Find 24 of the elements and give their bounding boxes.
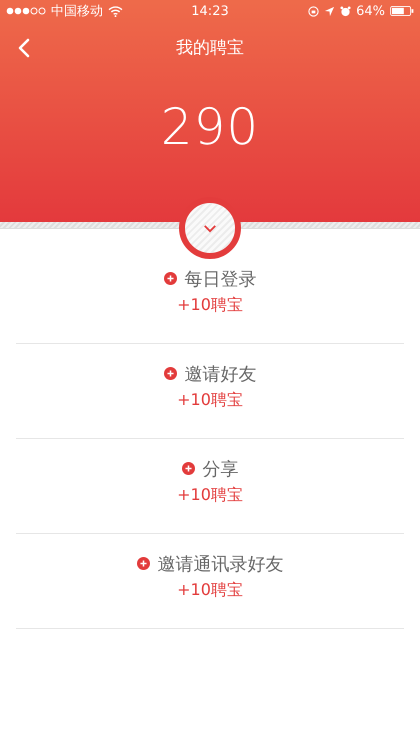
plus-icon [164,272,176,285]
status-time: 14:23 [191,4,229,18]
task-reward: +10聘宝 [177,294,243,316]
battery-icon [390,6,414,16]
chevron-down-icon [203,224,217,232]
task-reward: +10聘宝 [177,484,243,506]
task-reward: +10聘宝 [177,580,243,600]
task-name: 每日登录 [184,268,256,290]
task-name: 邀请好友 [184,362,256,386]
task-reward: +10聘宝 [177,390,243,410]
rotation-lock-icon [308,6,320,16]
location-icon [324,6,336,16]
wifi-icon [108,6,123,16]
battery-percent: 64% [356,4,385,18]
page-title: 我的聘宝 [176,36,244,58]
plus-icon [136,557,150,570]
plus-icon [164,367,176,380]
task-name: 分享 [202,458,238,480]
alarm-clock-icon [340,6,352,16]
task-name: 邀请通讯录好友 [158,552,284,576]
points-balance: 290 [160,98,260,156]
plus-icon [182,462,194,475]
carrier-name: 中国移动 [51,3,103,20]
signal-icon [6,7,46,15]
